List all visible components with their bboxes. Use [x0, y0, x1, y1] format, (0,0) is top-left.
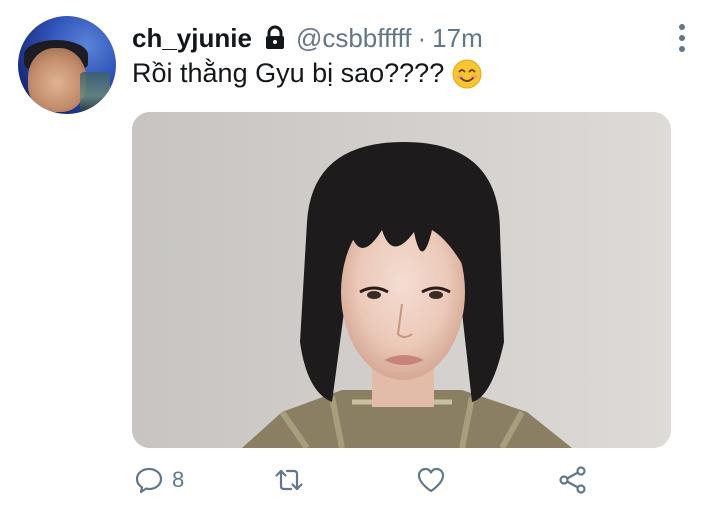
separator-dot: ·	[417, 22, 427, 53]
display-name[interactable]: ch_yjunie	[132, 23, 252, 54]
retweet-icon	[275, 469, 303, 491]
tweet-actions: 8	[132, 462, 602, 498]
like-button[interactable]	[416, 462, 446, 498]
tweet-text: Rồi thằng Gyu bị sao????	[132, 58, 445, 88]
tweet-media-image[interactable]	[132, 112, 671, 448]
avatar[interactable]	[18, 16, 116, 114]
reply-button[interactable]: 8	[134, 462, 184, 498]
reply-count: 8	[172, 467, 185, 492]
retweet-button[interactable]	[274, 462, 304, 498]
heart-icon	[417, 467, 445, 493]
smiling-face-emoji-icon	[452, 59, 482, 89]
tweet-text-row: Rồi thằng Gyu bị sao????	[132, 58, 482, 89]
user-handle[interactable]: @csbbfffff	[296, 23, 412, 54]
comment-icon	[135, 467, 163, 494]
avatar-background-lights	[80, 72, 110, 112]
avatar-face	[28, 48, 86, 112]
tweet-timestamp[interactable]: 17m	[432, 23, 483, 54]
share-button[interactable]	[558, 462, 588, 498]
share-icon	[559, 466, 586, 494]
tweet-header: ch_yjunie @csbbfffff · 17m	[132, 22, 483, 54]
more-options-icon[interactable]	[678, 24, 686, 52]
lock-icon	[262, 25, 288, 51]
